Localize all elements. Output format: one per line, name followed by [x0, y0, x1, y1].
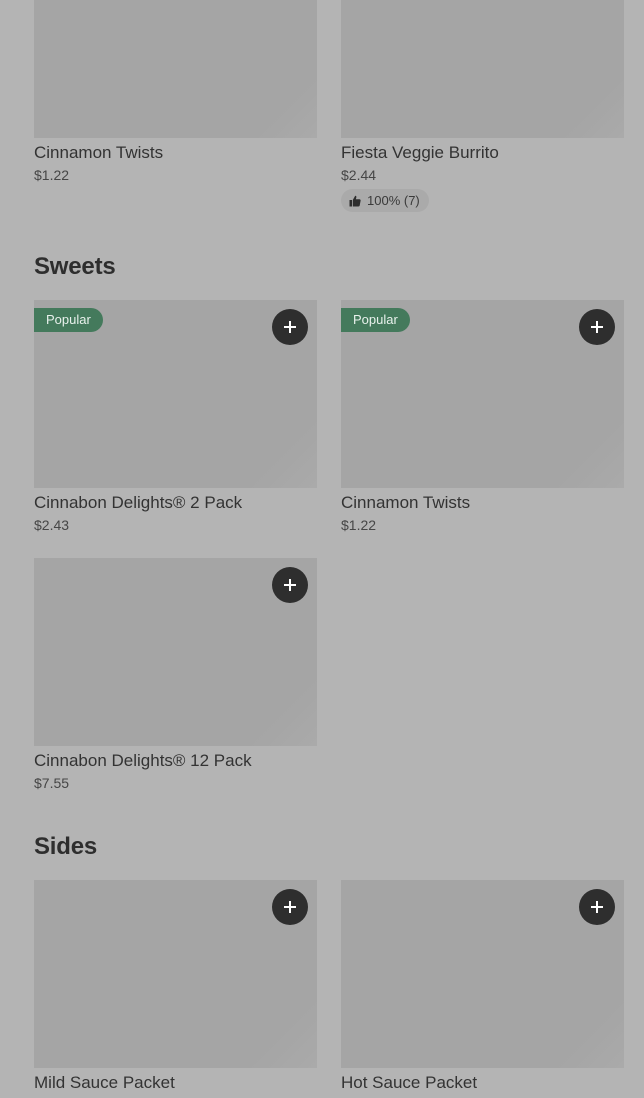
- add-to-cart-button[interactable]: [579, 889, 615, 925]
- menu-item-card[interactable]: Cinnabon Delights® 12 Pack $7.55: [34, 558, 317, 792]
- add-to-cart-button[interactable]: [272, 567, 308, 603]
- plus-icon: [284, 321, 296, 333]
- plus-icon: [284, 579, 296, 591]
- rating-badge: 100% (7): [341, 189, 429, 212]
- thumbs-up-icon: [349, 195, 361, 206]
- plus-icon: [591, 901, 603, 913]
- section-title-sides: Sides: [34, 833, 98, 860]
- rating-text: 100% (7): [367, 193, 420, 208]
- menu-item-card[interactable]: Popular Cinnamon Twists $1.22: [341, 300, 624, 534]
- item-name: Cinnabon Delights® 12 Pack: [34, 751, 252, 770]
- item-price: $1.22: [341, 517, 377, 533]
- item-price: $7.55: [34, 775, 70, 791]
- item-image[interactable]: [341, 0, 624, 138]
- popular-badge: Popular: [34, 308, 103, 332]
- plus-icon: [284, 901, 296, 913]
- menu-page: Cinnamon Twists $1.22 Fiesta Veggie Burr…: [0, 0, 644, 1098]
- popular-badge: Popular: [341, 308, 410, 332]
- item-image[interactable]: [34, 0, 317, 138]
- item-name: Cinnamon Twists: [34, 143, 164, 162]
- item-price: $2.44: [341, 167, 377, 183]
- item-name: Cinnabon Delights® 2 Pack: [34, 493, 243, 512]
- menu-item-card[interactable]: Popular Cinnabon Delights® 2 Pack $2.43: [34, 300, 317, 534]
- item-image[interactable]: Popular: [34, 300, 317, 488]
- add-to-cart-button[interactable]: [272, 889, 308, 925]
- item-image[interactable]: [341, 880, 624, 1068]
- add-to-cart-button[interactable]: [579, 309, 615, 345]
- item-name: Fiesta Veggie Burrito: [341, 143, 499, 162]
- menu-item-card[interactable]: Fiesta Veggie Burrito $2.44 100% (7): [341, 0, 624, 212]
- add-to-cart-button[interactable]: [272, 309, 308, 345]
- item-image[interactable]: [34, 558, 317, 746]
- item-name: Cinnamon Twists: [341, 493, 471, 512]
- menu-item-card[interactable]: Cinnamon Twists $1.22: [34, 0, 317, 184]
- item-image[interactable]: [34, 880, 317, 1068]
- item-name: Mild Sauce Packet: [34, 1073, 175, 1092]
- menu-item-card[interactable]: Mild Sauce Packet: [34, 880, 317, 1093]
- item-image[interactable]: Popular: [341, 300, 624, 488]
- plus-icon: [591, 321, 603, 333]
- section-title-sweets: Sweets: [34, 253, 116, 280]
- item-price: $1.22: [34, 167, 70, 183]
- item-price: $2.43: [34, 517, 70, 533]
- menu-item-card[interactable]: Hot Sauce Packet: [341, 880, 624, 1093]
- item-name: Hot Sauce Packet: [341, 1073, 478, 1092]
